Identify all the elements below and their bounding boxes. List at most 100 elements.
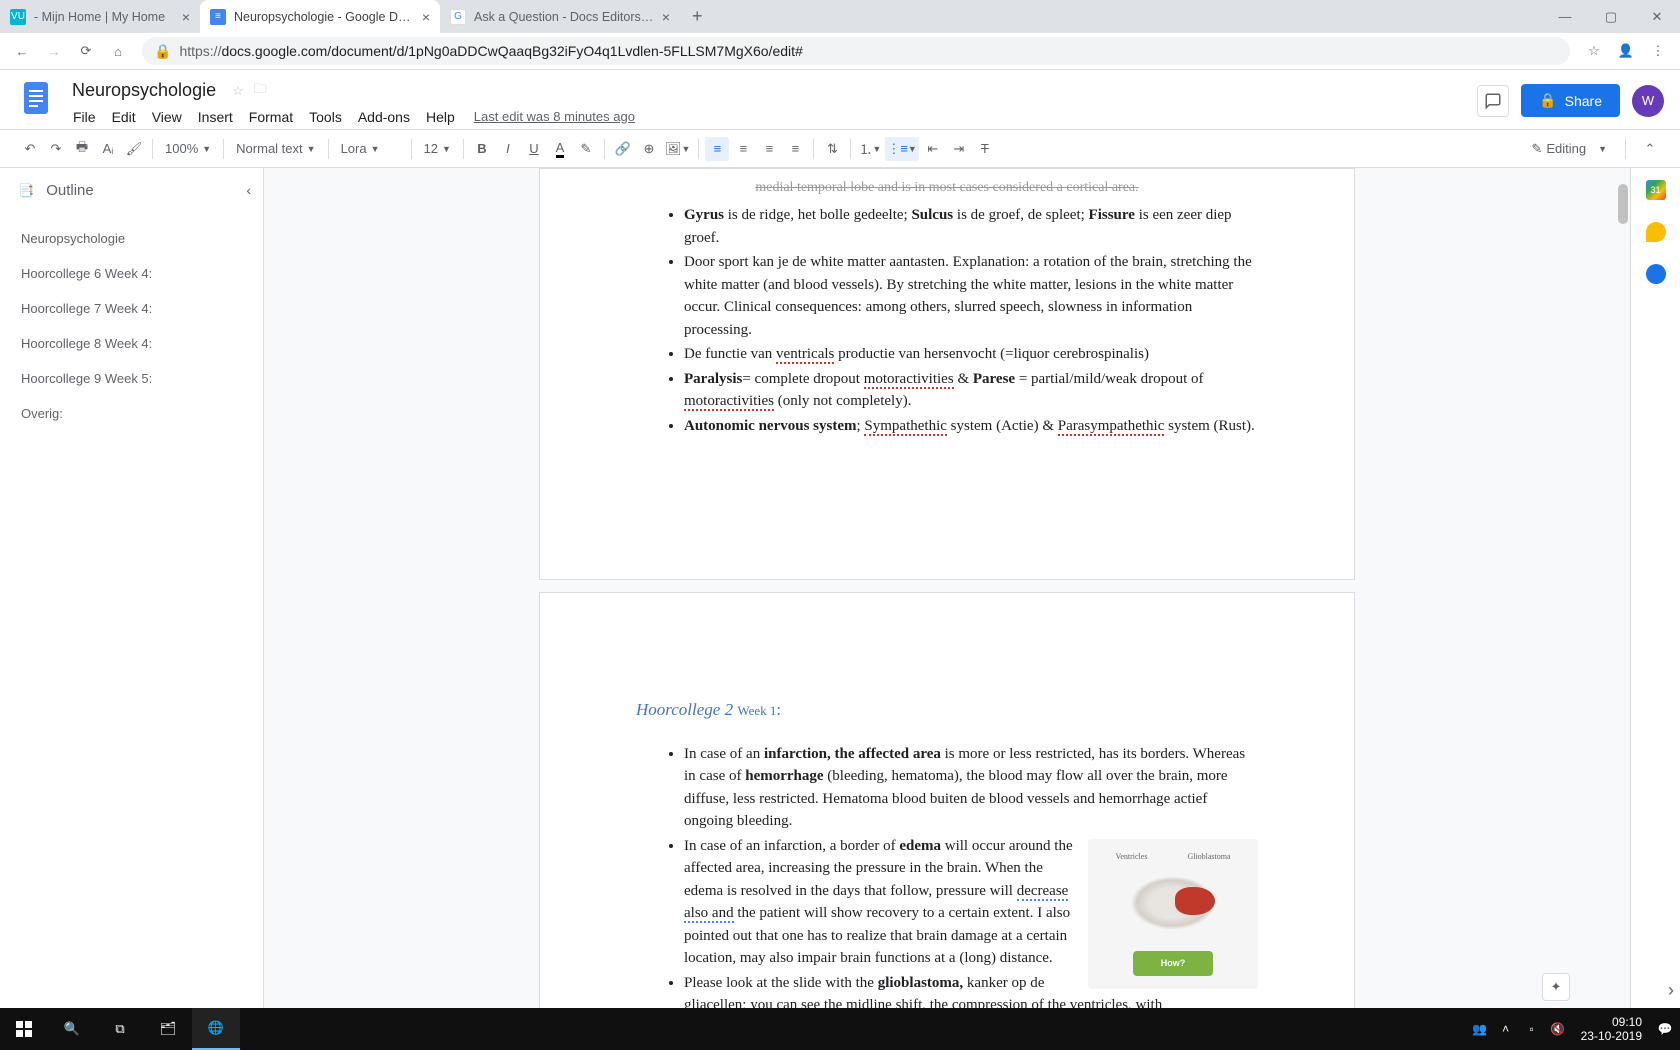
star-icon[interactable]: ☆	[232, 83, 244, 99]
list-item[interactable]: Door sport kan je de white matter aantas…	[684, 251, 1258, 341]
page[interactable]: medial temporal lobe and is in most case…	[539, 168, 1355, 580]
bulleted-list-button[interactable]: ⋮≡▼	[885, 137, 919, 161]
menu-addons[interactable]: Add-ons	[351, 105, 417, 129]
outline-item[interactable]: Hoorcollege 6 Week 4:	[0, 256, 263, 291]
italic-button[interactable]: I	[496, 137, 520, 161]
back-button[interactable]: ←	[8, 37, 36, 65]
menu-insert[interactable]: Insert	[191, 105, 240, 129]
underline-button[interactable]: U	[522, 137, 546, 161]
browser-menu-button[interactable]: ⋮	[1644, 37, 1672, 65]
close-icon[interactable]: ×	[422, 9, 430, 25]
close-icon[interactable]: ×	[182, 9, 190, 25]
brain-illustration[interactable]: VentriclesGlioblastoma How?	[1088, 839, 1258, 989]
menu-format[interactable]: Format	[242, 105, 300, 129]
account-icon[interactable]: 👤	[1612, 37, 1640, 65]
outline-item[interactable]: Hoorcollege 7 Week 4:	[0, 291, 263, 326]
highlight-button[interactable]: ✎	[574, 137, 598, 161]
explore-button[interactable]: ✦	[1542, 973, 1570, 1001]
numbered-list-button[interactable]: ⒈▼	[857, 137, 883, 161]
zoom-select[interactable]: 100%▼	[159, 141, 217, 156]
tray-chevron-icon[interactable]: ˄	[1495, 1022, 1517, 1036]
menu-tools[interactable]: Tools	[302, 105, 349, 129]
insert-link-button[interactable]: 🔗	[611, 137, 635, 161]
outline-item[interactable]: Hoorcollege 8 Week 4:	[0, 326, 263, 361]
list-item[interactable]: Gyrus is de ridge, het bolle gedeelte; S…	[684, 204, 1258, 249]
align-center-button[interactable]: ≡	[731, 137, 755, 161]
list-item[interactable]: VentriclesGlioblastoma How? In case of a…	[684, 835, 1258, 970]
minimize-button[interactable]: —	[1542, 0, 1588, 33]
collapse-outline-button[interactable]: ‹	[246, 182, 251, 198]
paragraph-style-select[interactable]: Normal text▼	[230, 141, 321, 156]
share-button[interactable]: 🔒 Share	[1521, 84, 1620, 117]
document-canvas[interactable]: medial temporal lobe and is in most case…	[264, 168, 1630, 1009]
bold-button[interactable]: B	[470, 137, 494, 161]
clear-formatting-button[interactable]: T	[973, 137, 997, 161]
chrome-taskbar-icon[interactable]: 🌐	[192, 1008, 240, 1050]
menu-help[interactable]: Help	[419, 105, 462, 129]
comments-button[interactable]	[1477, 85, 1509, 117]
forward-button[interactable]: →	[40, 37, 68, 65]
indent-increase-button[interactable]: ⇥	[947, 137, 971, 161]
font-select[interactable]: Lora▼	[335, 141, 405, 156]
menu-file[interactable]: File	[66, 105, 103, 129]
tab-myhome[interactable]: VU - Mijn Home | My Home ×	[0, 0, 200, 33]
outline-item[interactable]: Overig:	[0, 396, 263, 431]
url-input[interactable]: 🔒 https://docs.google.com/document/d/1pN…	[142, 37, 1570, 65]
tab-neuropsychologie[interactable]: ≡ Neuropsychologie - Google Docs ×	[200, 0, 440, 33]
people-icon[interactable]: 👥	[1469, 1022, 1491, 1036]
notifications-icon[interactable]: 💬	[1654, 1022, 1676, 1036]
align-right-button[interactable]: ≡	[757, 137, 781, 161]
account-avatar[interactable]: W	[1632, 85, 1664, 117]
insert-image-button[interactable]: 🖼▼	[663, 137, 692, 161]
list-item[interactable]: Autonomic nervous system; Sympathethic s…	[684, 415, 1258, 438]
menu-view[interactable]: View	[145, 105, 189, 129]
close-window-button[interactable]: ✕	[1634, 0, 1680, 33]
print-button[interactable]: 🖶	[70, 137, 94, 161]
document-title[interactable]: Neuropsychologie	[66, 78, 222, 103]
tab-help[interactable]: G Ask a Question - Docs Editors He ×	[440, 0, 680, 33]
tasks-icon[interactable]	[1646, 264, 1666, 284]
undo-button[interactable]: ↶	[18, 137, 42, 161]
system-clock[interactable]: 09:10 23-10-2019	[1573, 1015, 1650, 1044]
new-tab-button[interactable]: +	[680, 6, 715, 27]
editing-mode-select[interactable]: ✎ Editing▼	[1525, 141, 1613, 157]
paint-format-button[interactable]: 🖌	[122, 137, 146, 161]
move-folder-icon[interactable]: 🗀	[254, 80, 267, 102]
heading-hoorcollege-2[interactable]: Hoorcollege 2 Week 1:	[636, 697, 1258, 723]
scrollbar-thumb[interactable]	[1618, 184, 1628, 224]
align-left-button[interactable]: ≡	[705, 137, 729, 161]
reload-button[interactable]: ⟳	[72, 37, 100, 65]
outline-item[interactable]: Hoorcollege 9 Week 5:	[0, 361, 263, 396]
spellcheck-button[interactable]: Aᵢ	[96, 137, 120, 161]
redo-button[interactable]: ↷	[44, 137, 68, 161]
maximize-button[interactable]: ▢	[1588, 0, 1634, 33]
font-size-select[interactable]: 12▼	[418, 141, 457, 156]
page[interactable]: Hoorcollege 2 Week 1: In case of an infa…	[539, 592, 1355, 1009]
list-item[interactable]: In case of an infarction, the affected a…	[684, 743, 1258, 833]
insert-comment-button[interactable]: ⊕	[637, 137, 661, 161]
calendar-icon[interactable]	[1646, 180, 1666, 200]
text-color-button[interactable]: A	[548, 137, 572, 161]
menu-edit[interactable]: Edit	[105, 105, 143, 129]
bookmark-star-button[interactable]: ☆	[1580, 37, 1608, 65]
outline-item[interactable]: Neuropsychologie	[0, 221, 263, 256]
file-explorer-icon[interactable]: 🗂	[144, 1008, 192, 1050]
hide-menus-button[interactable]: ⌃	[1638, 137, 1662, 161]
align-justify-button[interactable]: ≡	[783, 137, 807, 161]
line-spacing-button[interactable]: ⇅	[820, 137, 844, 161]
volume-muted-icon[interactable]: 🔇	[1547, 1022, 1569, 1036]
indent-decrease-button[interactable]: ⇤	[921, 137, 945, 161]
keep-icon[interactable]	[1646, 222, 1666, 242]
start-button[interactable]	[0, 1008, 48, 1050]
close-icon[interactable]: ×	[662, 9, 670, 25]
home-button[interactable]: ⌂	[104, 37, 132, 65]
battery-icon[interactable]: ▫	[1521, 1022, 1543, 1036]
vertical-scrollbar[interactable]	[1616, 168, 1630, 1009]
list-item[interactable]: Paralysis= complete dropout motoractivit…	[684, 368, 1258, 413]
show-side-panel-button[interactable]: ›	[1668, 980, 1674, 1001]
search-button[interactable]: 🔍	[48, 1008, 96, 1050]
task-view-button[interactable]: ⧉	[96, 1008, 144, 1050]
docs-logo-icon[interactable]	[16, 78, 56, 118]
list-item[interactable]: De functie van ventricals productie van …	[684, 343, 1258, 366]
last-edit-link[interactable]: Last edit was 8 minutes ago	[474, 109, 635, 124]
